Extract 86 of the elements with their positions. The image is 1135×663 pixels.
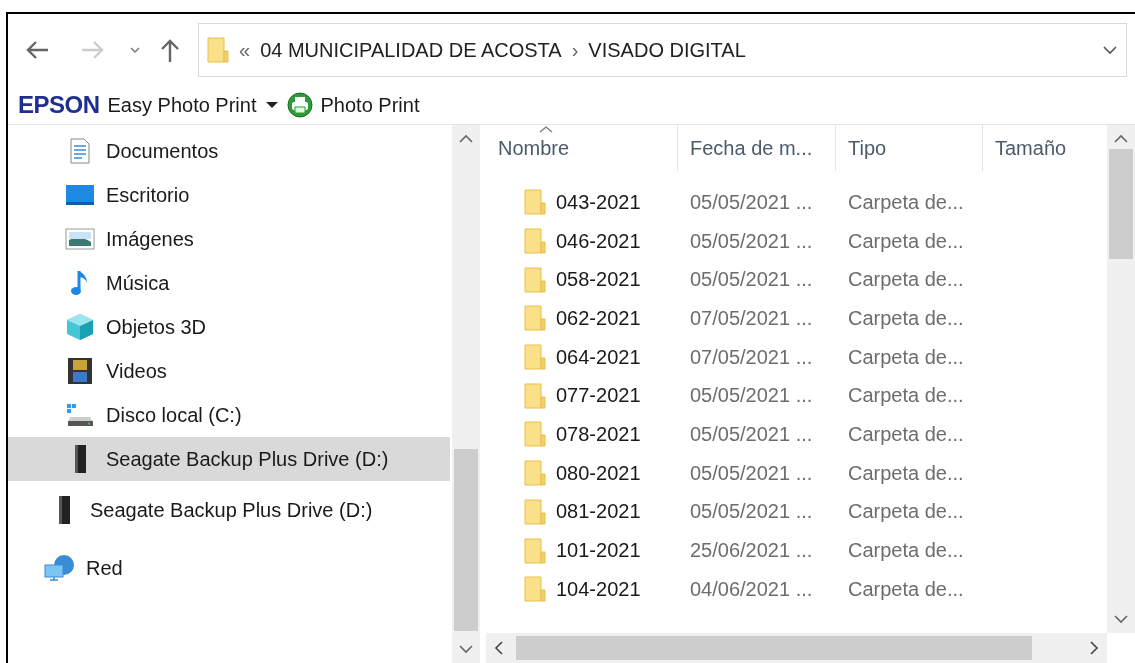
date-cell-text: 05/05/2021 ...	[689, 268, 814, 292]
file-name[interactable]: 058-2021	[556, 268, 641, 292]
type-cell-text: Carpeta de...	[847, 268, 965, 292]
type-cell-text: Carpeta de...	[847, 345, 965, 369]
hard-drive-icon	[66, 403, 94, 427]
folder-icon	[524, 189, 546, 216]
address-bar[interactable]: « 04 MUNICIPALIDAD DE ACOSTA › VISADO DIGITAL	[198, 23, 1127, 77]
sidebar-item[interactable]: Escritorio	[8, 173, 450, 217]
date-cell-text: 05/05/2021 ...	[689, 422, 814, 446]
cube-icon	[65, 312, 95, 342]
folder-icon	[524, 421, 546, 448]
date-cell-text: 05/05/2021 ...	[689, 461, 814, 485]
type-cell-text: Carpeta de...	[847, 422, 965, 446]
file-name[interactable]: 104-2021	[556, 577, 641, 601]
film-icon	[67, 357, 93, 385]
date-cell-text: 07/05/2021 ...	[689, 345, 814, 369]
file-name[interactable]: 046-2021	[556, 229, 641, 253]
file-name[interactable]: 077-2021	[556, 384, 641, 408]
column-header[interactable]: Fecha de m...	[678, 125, 836, 171]
sidebar-item[interactable]: Seagate Backup Plus Drive (D:)	[8, 437, 450, 481]
printer-icon[interactable]	[286, 92, 313, 118]
file-name[interactable]: 062-2021	[556, 306, 641, 330]
overflow-chevron[interactable]: «	[239, 38, 251, 62]
network-icon	[44, 554, 76, 582]
sort-caret-icon	[538, 125, 554, 133]
sidebar-item[interactable]: Imágenes	[8, 217, 450, 261]
horizontal-scrollbar[interactable]	[486, 633, 1107, 663]
sidebar-item[interactable]: Música	[8, 261, 450, 305]
breadcrumb[interactable]: 04 MUNICIPALIDAD DE ACOSTA	[260, 38, 562, 62]
folder-icon	[524, 537, 546, 564]
folder-icon	[524, 460, 546, 487]
folder-icon	[524, 576, 546, 603]
folder-icon	[207, 37, 229, 63]
date-cell-text: 04/06/2021 ...	[689, 577, 814, 601]
date-cell-text: 05/05/2021 ...	[689, 384, 814, 408]
scrollbar-thumb[interactable]	[454, 449, 478, 631]
type-cell-text: Carpeta de...	[847, 384, 965, 408]
type-cell-text: Carpeta de...	[847, 577, 965, 601]
breadcrumb[interactable]: VISADO DIGITAL	[588, 38, 746, 62]
column-header[interactable]: Nombre	[486, 125, 678, 171]
dropdown-triangle-icon[interactable]	[264, 101, 279, 109]
type-cell-text: Carpeta de...	[847, 229, 965, 253]
document-icon	[69, 138, 91, 164]
folder-icon	[524, 382, 546, 409]
folder-icon	[524, 228, 546, 255]
type-cell-text: Carpeta de...	[847, 500, 965, 524]
sidebar-item[interactable]: Videos	[8, 349, 450, 393]
action-label[interactable]: Photo Print	[320, 93, 420, 117]
file-name[interactable]: 043-2021	[556, 190, 641, 214]
vertical-scrollbar[interactable]	[452, 125, 480, 663]
date-cell-text: 05/05/2021 ...	[689, 190, 814, 214]
date-cell-text: 25/06/2021 ...	[689, 539, 814, 563]
type-cell-text: Carpeta de...	[847, 461, 965, 485]
file-name[interactable]: 101-2021	[556, 539, 641, 563]
type-cell-text: Carpeta de...	[847, 190, 965, 214]
recent-locations-icon[interactable]	[128, 45, 142, 55]
sidebar-item[interactable]: Documentos	[8, 129, 450, 173]
file-name[interactable]: 080-2021	[556, 461, 641, 485]
file-name[interactable]: 064-2021	[556, 345, 641, 369]
scrollbar-thumb[interactable]	[516, 636, 1033, 660]
sidebar-item[interactable]: Red	[8, 539, 450, 597]
date-cell-text: 05/05/2021 ...	[689, 500, 814, 524]
type-cell-text: Carpeta de...	[847, 539, 965, 563]
folder-icon	[524, 498, 546, 525]
external-drive-icon	[72, 444, 88, 474]
sidebar-item[interactable]: Seagate Backup Plus Drive (D:)	[8, 481, 450, 539]
file-name[interactable]: 078-2021	[556, 422, 641, 446]
scrollbar-thumb[interactable]	[1109, 149, 1133, 259]
desktop-icon	[65, 184, 95, 206]
external-drive-icon	[56, 495, 72, 525]
picture-icon	[65, 228, 95, 250]
app-name[interactable]: Easy Photo Print	[107, 93, 257, 117]
folder-icon	[524, 344, 546, 371]
type-cell-text: Carpeta de...	[847, 306, 965, 330]
folder-icon	[524, 266, 546, 293]
vertical-scrollbar[interactable]	[1107, 125, 1135, 633]
date-cell-text: 05/05/2021 ...	[689, 229, 814, 253]
column-header[interactable]: Tamaño	[983, 125, 1107, 171]
brand-logo: EPSON	[18, 91, 100, 119]
folder-icon	[524, 305, 546, 332]
sidebar-item[interactable]: Disco local (C:)	[8, 393, 450, 437]
sidebar-item[interactable]: Objetos 3D	[8, 305, 450, 349]
date-cell-text: 07/05/2021 ...	[689, 306, 814, 330]
file-name[interactable]: 081-2021	[556, 500, 641, 524]
column-header[interactable]: Tipo	[836, 125, 983, 171]
breadcrumb-separator[interactable]: ›	[571, 38, 579, 62]
